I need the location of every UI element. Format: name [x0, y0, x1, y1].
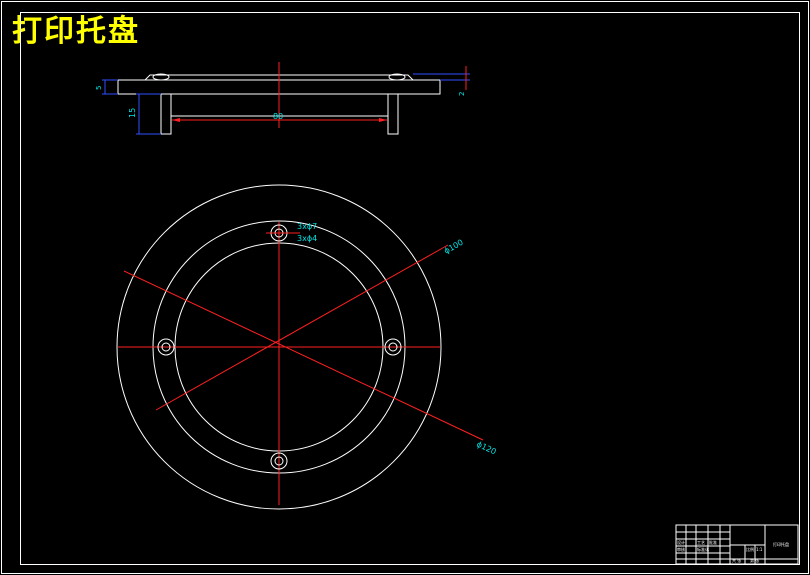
inner-frame — [20, 12, 800, 565]
title-block-cell-1: 设计 — [677, 539, 685, 545]
dim-span-arrow-right — [379, 118, 387, 122]
title-block-cell-7: 1:1 — [756, 547, 763, 552]
dim-hole-label: 3xϕ7 — [297, 222, 317, 231]
title-block-cell-3: 工艺 — [697, 540, 705, 545]
leg-left — [160, 93, 172, 135]
dim-span-arrow-left — [172, 118, 180, 122]
cad-drawing-canvas: 80 15 5 2 3xϕ7 3xϕ4 ϕ100 ϕ120 打印托盘 设计 审核… — [1, 1, 809, 574]
title-block-cell-9: 第 张 — [750, 557, 759, 563]
dim-thickness-label: 5 — [95, 86, 103, 90]
side-view: 80 15 5 2 — [95, 62, 470, 135]
dim-outer-label: ϕ120 — [475, 440, 497, 457]
leg-right — [387, 93, 399, 135]
title-block-cell-6: 比例 — [746, 546, 754, 552]
title-block-cell-4: 标准化 — [697, 546, 709, 552]
title-block-name: 打印托盘 — [773, 541, 789, 547]
dim-span-label: 80 — [273, 112, 283, 121]
dim-outer-leader — [123, 270, 484, 441]
title-block-cell-5: 批准 — [709, 539, 717, 545]
dim-leg-label: 15 — [128, 108, 137, 118]
dim-inner-label: ϕ100 — [443, 238, 465, 256]
title-block: 打印托盘 设计 审核 工艺 标准化 批准 比例 1:1 共 张 第 张 — [675, 524, 799, 565]
title-block-cell-2: 审核 — [677, 546, 685, 552]
top-view: 3xϕ7 3xϕ4 ϕ100 ϕ120 — [116, 184, 498, 510]
dim-hole-label-2: 3xϕ4 — [297, 234, 317, 243]
outer-frame — [1, 1, 809, 574]
title-block-cell-8: 共 张 — [732, 557, 741, 563]
dim-inner-leader — [155, 244, 449, 411]
dim-step-label: 2 — [458, 92, 466, 96]
